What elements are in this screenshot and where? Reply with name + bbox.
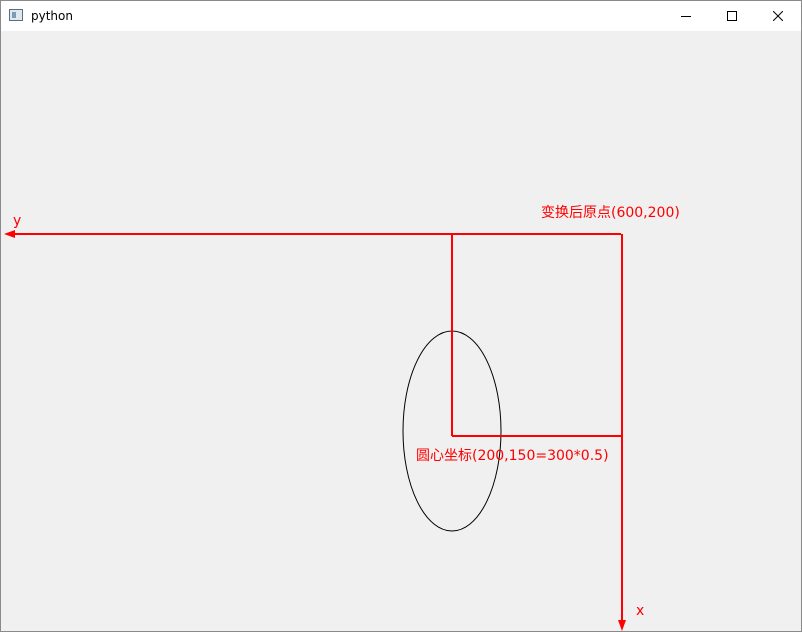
drawing-canvas: 变换后原点(600,200) 圆心坐标(200,150=300*0.5) y x bbox=[1, 31, 801, 631]
minimize-icon bbox=[681, 16, 691, 17]
y-axis-arrowhead bbox=[4, 230, 15, 238]
window-title: python bbox=[31, 9, 73, 23]
close-button[interactable] bbox=[755, 1, 801, 31]
app-window: python 变换后原点(600,200) 圆心坐标(200,150=300*0… bbox=[0, 0, 802, 632]
x-axis-label: x bbox=[636, 603, 645, 619]
canvas-drawing bbox=[4, 230, 626, 631]
minimize-button[interactable] bbox=[663, 1, 709, 31]
y-axis-label: y bbox=[13, 213, 22, 229]
x-axis-arrowhead bbox=[618, 620, 626, 631]
app-window-icon bbox=[9, 9, 23, 21]
title-bar[interactable]: python bbox=[1, 1, 801, 31]
maximize-icon bbox=[727, 11, 737, 21]
close-icon bbox=[773, 11, 783, 21]
origin-label: 变换后原点(600,200) bbox=[541, 205, 680, 221]
maximize-button[interactable] bbox=[709, 1, 755, 31]
center-label: 圆心坐标(200,150=300*0.5) bbox=[416, 448, 609, 464]
